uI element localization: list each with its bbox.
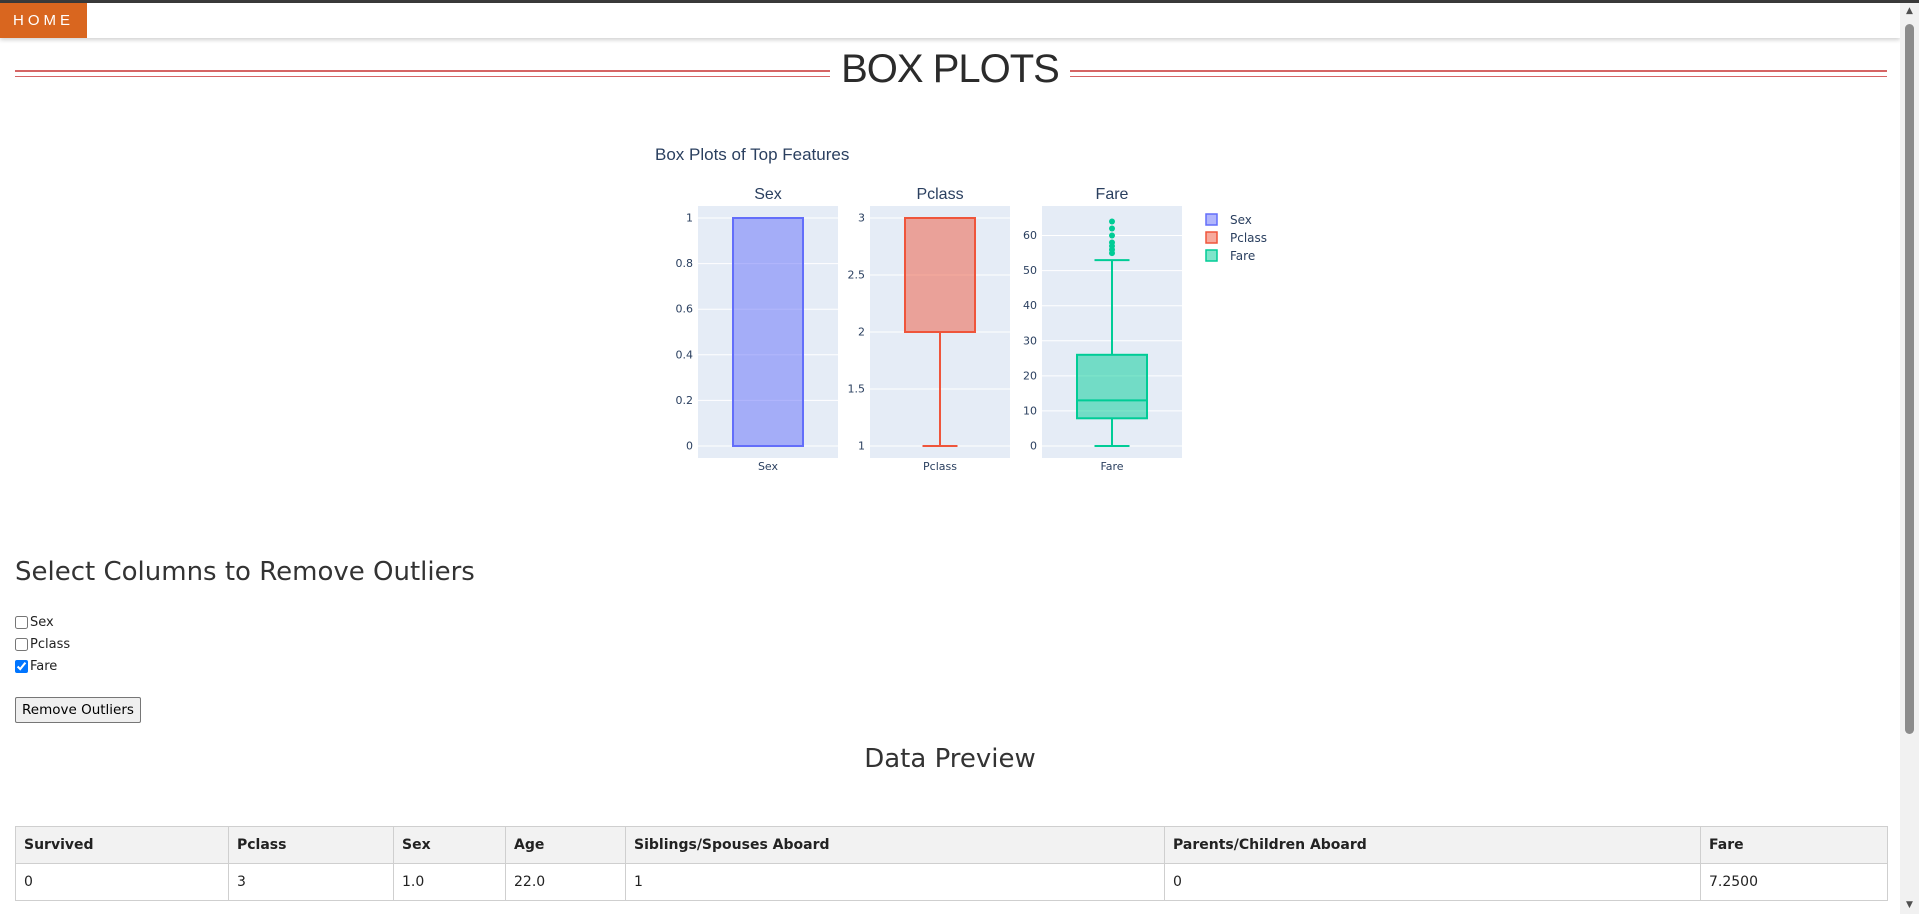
checkbox-row-sex[interactable]: Sex — [15, 611, 70, 633]
legend-label-sex[interactable]: Sex — [1230, 213, 1252, 227]
top-navbar: HOME — [0, 3, 1900, 38]
checkbox-row-pclass[interactable]: Pclass — [15, 633, 70, 655]
checkbox-fare[interactable] — [15, 659, 28, 673]
subplot-title-pclass: Pclass — [916, 186, 963, 203]
outlier-point-fare — [1109, 232, 1115, 239]
y-tick-label-fare: 60 — [1023, 229, 1037, 242]
scroll-up-arrow-icon[interactable]: ▲ — [1900, 3, 1919, 20]
table-cell: 0 — [15, 863, 229, 901]
checkbox-pclass[interactable] — [15, 637, 28, 651]
outlier-point-fare — [1109, 218, 1115, 225]
box-sex[interactable] — [732, 217, 804, 447]
outlier-point-fare — [1109, 225, 1115, 232]
legend-swatch-pclass[interactable] — [1205, 231, 1218, 244]
y-tick-label-pclass: 3 — [858, 212, 865, 225]
y-tick-label-fare: 40 — [1023, 299, 1037, 312]
home-button[interactable]: HOME — [0, 3, 87, 38]
subplot-title-sex: Sex — [754, 186, 782, 203]
data-preview-title: Data Preview — [864, 744, 1036, 774]
page-title: BOX PLOTS — [841, 47, 1060, 91]
page-header: BOX PLOTS — [15, 42, 1887, 100]
outliers-section-title: Select Columns to Remove Outliers — [15, 557, 475, 587]
table-cell: 3 — [228, 863, 394, 901]
box-plots-chart: Box Plots of Top Features 0 0.2 0.4 0.6 0.8 1… — [655, 145, 1267, 473]
x-tick-label-pclass: Pclass — [923, 460, 957, 473]
y-tick-label-sex: 0.2 — [676, 394, 694, 407]
y-tick-label-fare: 50 — [1023, 264, 1037, 277]
scroll-thumb[interactable] — [1905, 24, 1914, 734]
column-header: Sex — [393, 826, 506, 864]
table-cell: 1 — [625, 863, 1165, 901]
scroll-down-arrow-icon[interactable]: ▼ — [1900, 897, 1919, 914]
subplot-title-fare: Fare — [1096, 186, 1129, 203]
legend-label-pclass[interactable]: Pclass — [1230, 231, 1267, 245]
table-header-row: Survived Pclass Sex Age Siblings/Spouses… — [15, 826, 1888, 864]
outlier-column-list: Sex Pclass Fare — [15, 611, 70, 677]
y-tick-label-sex: 1 — [686, 212, 693, 225]
y-tick-label-pclass: 2.5 — [848, 269, 866, 282]
box-pclass[interactable] — [904, 217, 976, 333]
column-header: Pclass — [228, 826, 394, 864]
y-tick-label-fare: 10 — [1023, 404, 1037, 417]
table-cell: 22.0 — [505, 863, 626, 901]
y-tick-label-pclass: 1 — [858, 440, 865, 453]
y-tick-label-sex: 0.8 — [676, 257, 694, 270]
remove-outliers-button[interactable]: Remove Outliers — [15, 697, 141, 723]
legend-label-fare[interactable]: Fare — [1230, 249, 1255, 263]
outlier-point-fare — [1109, 239, 1115, 246]
column-header: Siblings/Spouses Aboard — [625, 826, 1165, 864]
column-header: Age — [505, 826, 626, 864]
y-tick-label-pclass: 2 — [858, 326, 865, 339]
checkbox-label-sex: Sex — [30, 614, 54, 630]
data-preview-table: Survived Pclass Sex Age Siblings/Spouses… — [15, 826, 1888, 901]
checkbox-label-fare: Fare — [30, 658, 58, 674]
table-cell: 1.0 — [393, 863, 506, 901]
title-divider-left — [15, 70, 830, 77]
y-tick-label-sex: 0.6 — [676, 303, 694, 316]
x-tick-label-sex: Sex — [758, 460, 779, 473]
y-tick-label-sex: 0.4 — [676, 348, 694, 361]
x-tick-label-fare: Fare — [1100, 460, 1123, 473]
y-tick-label-fare: 0 — [1030, 440, 1037, 453]
checkbox-row-fare[interactable]: Fare — [15, 655, 70, 677]
table-cell: 0 — [1164, 863, 1701, 901]
y-tick-label-fare: 20 — [1023, 369, 1037, 382]
y-tick-label-fare: 30 — [1023, 334, 1037, 347]
table-cell: 7.2500 — [1700, 863, 1888, 901]
box-fare[interactable] — [1076, 353, 1148, 420]
column-header: Parents/Children Aboard — [1164, 826, 1701, 864]
checkbox-label-pclass: Pclass — [30, 636, 71, 652]
table-row: 0 3 1.0 22.0 1 0 7.2500 — [15, 863, 1888, 901]
legend-swatch-sex[interactable] — [1205, 213, 1218, 226]
chart-title: Box Plots of Top Features — [655, 145, 849, 164]
vertical-scrollbar[interactable]: ▲ ▼ — [1900, 3, 1919, 914]
column-header: Survived — [15, 826, 229, 864]
legend-swatch-fare[interactable] — [1205, 249, 1218, 262]
title-divider-right — [1070, 70, 1887, 77]
checkbox-sex[interactable] — [15, 615, 28, 629]
y-tick-label-sex: 0 — [686, 440, 693, 453]
y-tick-label-pclass: 1.5 — [848, 383, 866, 396]
column-header: Fare — [1700, 826, 1888, 864]
